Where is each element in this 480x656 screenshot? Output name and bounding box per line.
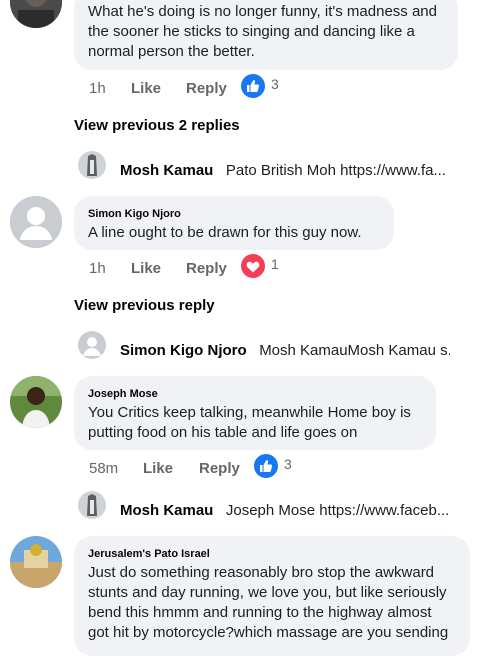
comment-author[interactable]: Joseph Mose <box>88 388 422 400</box>
reply-author: Mosh Kamau <box>120 502 214 519</box>
reply-text: Mosh KamauMosh Kamau s... <box>259 342 450 359</box>
comment-bubble-3: Joseph Mose You Critics keep talking, me… <box>74 376 436 450</box>
comment-text: What he's doing is no longer funny, it's… <box>88 3 437 60</box>
comment-time: 58m <box>89 460 119 477</box>
reply-preview-3[interactable]: Mosh Kamau Joseph Mose https://www.faceb… <box>120 502 450 528</box>
comment-bubble-2: Simon Kigo Njoro A line ought to be draw… <box>74 196 394 250</box>
comment-time: 1h <box>89 80 106 97</box>
heart-icon <box>246 261 260 273</box>
comment-text: A line ought to be drawn for this guy no… <box>88 224 362 241</box>
reaction-count: 3 <box>271 76 279 92</box>
comment-time: 1h <box>89 260 106 277</box>
view-previous-replies-link[interactable]: View previous 2 replies <box>74 117 240 134</box>
like-reaction-icon[interactable] <box>241 74 265 98</box>
reaction-count: 3 <box>284 456 292 472</box>
like-button[interactable]: Like <box>143 460 173 477</box>
avatar-reply-preview-1[interactable] <box>78 151 106 179</box>
reply-button[interactable]: Reply <box>186 260 227 277</box>
comment-bubble-1: What he's doing is no longer funny, it's… <box>74 0 458 70</box>
reply-text: Joseph Mose https://www.faceb... <box>225 502 450 519</box>
reply-text: Pato British Moh https://www.fa... <box>225 162 446 179</box>
thumbs-up-icon <box>247 80 260 92</box>
user-photo-icon <box>78 151 106 179</box>
avatar-comment-2[interactable] <box>10 196 62 248</box>
avatar-comment-4[interactable] <box>10 536 62 588</box>
reply-button[interactable]: Reply <box>186 80 227 97</box>
reply-preview-2[interactable]: Simon Kigo Njoro Mosh KamauMosh Kamau s.… <box>120 342 450 368</box>
thumbs-up-icon <box>260 460 273 472</box>
comment-text: You Critics keep talking, meanwhile Home… <box>88 404 411 441</box>
comment-author[interactable]: Jerusalem's Pato Israel <box>88 548 456 560</box>
default-avatar-icon <box>78 331 106 359</box>
user-photo-icon <box>10 0 62 28</box>
reply-author: Mosh Kamau <box>120 162 214 179</box>
avatar-reply-preview-2[interactable] <box>78 331 106 359</box>
comment-text: Just do something reasonably bro stop th… <box>88 564 449 641</box>
like-button[interactable]: Like <box>131 260 161 277</box>
reaction-count: 1 <box>271 256 279 272</box>
avatar-reply-preview-3[interactable] <box>78 491 106 519</box>
reply-button[interactable]: Reply <box>199 460 240 477</box>
comment-bubble-4: Jerusalem's Pato Israel Just do somethin… <box>74 536 470 656</box>
like-button[interactable]: Like <box>131 80 161 97</box>
user-photo-icon <box>10 376 62 428</box>
view-previous-reply-link[interactable]: View previous reply <box>74 297 215 314</box>
reply-preview-1[interactable]: Mosh Kamau Pato British Moh https://www.… <box>120 162 450 188</box>
like-reaction-icon[interactable] <box>254 454 278 478</box>
avatar-comment-3[interactable] <box>10 376 62 428</box>
comment-author[interactable]: Simon Kigo Njoro <box>88 208 380 220</box>
reply-author: Simon Kigo Njoro <box>120 342 247 359</box>
avatar-comment-1[interactable] <box>10 0 62 28</box>
user-photo-icon <box>78 491 106 519</box>
love-reaction-icon[interactable] <box>241 254 265 278</box>
user-photo-icon <box>10 536 62 588</box>
default-avatar-icon <box>10 196 62 248</box>
